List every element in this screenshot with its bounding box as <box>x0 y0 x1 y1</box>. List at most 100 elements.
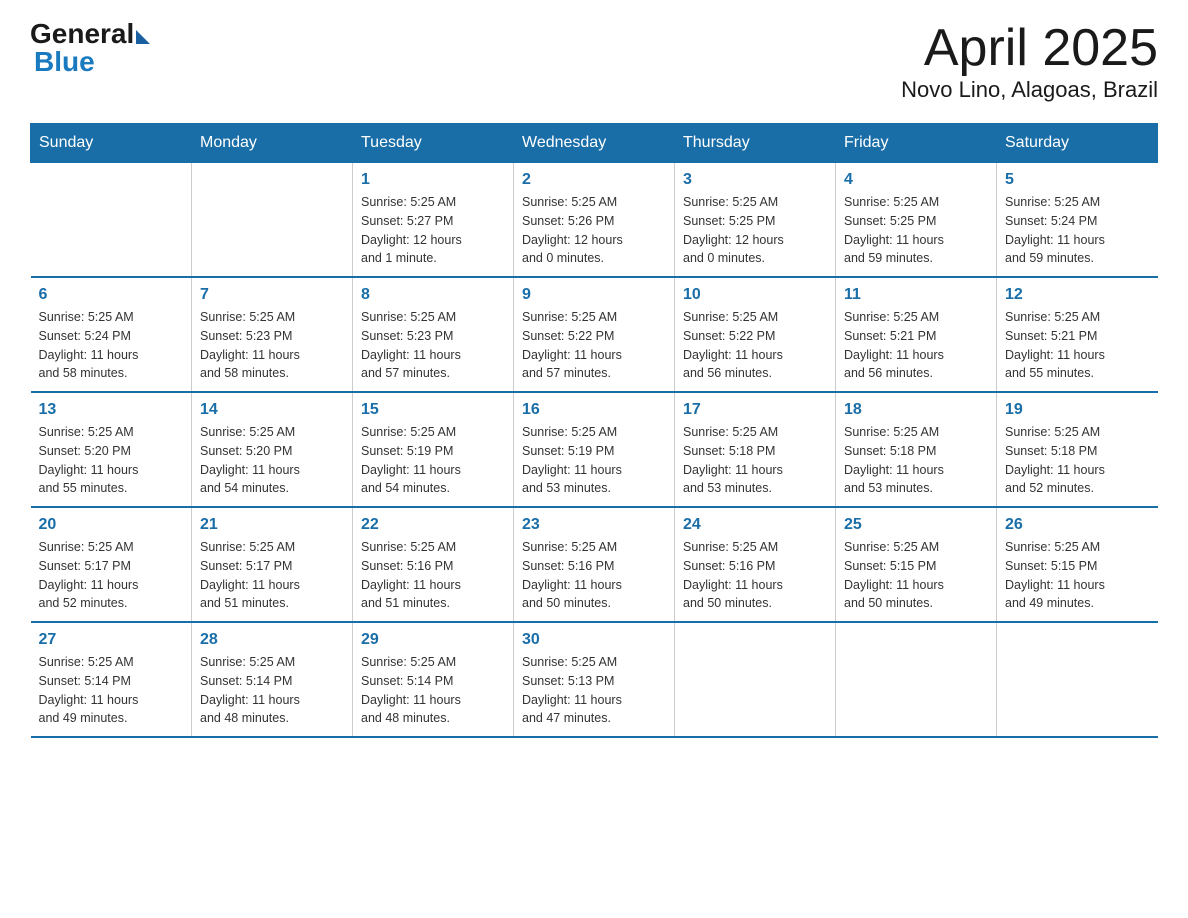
day-info: Sunrise: 5:25 AM Sunset: 5:14 PM Dayligh… <box>39 653 184 728</box>
calendar-cell: 25 Sunrise: 5:25 AM Sunset: 5:15 PM Dayli… <box>836 507 997 622</box>
weekday-header-sunday: Sunday <box>31 124 192 163</box>
weekday-header-saturday: Saturday <box>997 124 1158 163</box>
day-number: 2 <box>522 171 666 189</box>
calendar-cell <box>836 622 997 737</box>
calendar-cell: 13Sunrise: 5:25 AM Sunset: 5:20 PM Dayli… <box>31 392 192 507</box>
weekday-header-tuesday: Tuesday <box>353 124 514 163</box>
calendar-cell: 12 Sunrise: 5:25 AM Sunset: 5:21 PM Dayli… <box>997 277 1158 392</box>
week-row-5: 27 Sunrise: 5:25 AM Sunset: 5:14 PM Dayli… <box>31 622 1158 737</box>
day-info: Sunrise: 5:25 AM Sunset: 5:22 PM Dayligh… <box>522 308 666 383</box>
calendar-cell: 6 Sunrise: 5:25 AM Sunset: 5:24 PM Daylig… <box>31 277 192 392</box>
day-number: 23 <box>522 516 666 534</box>
calendar-cell: 2Sunrise: 5:25 AM Sunset: 5:26 PM Daylig… <box>514 163 675 278</box>
day-number: 24 <box>683 516 827 534</box>
calendar-cell: 22 Sunrise: 5:25 AM Sunset: 5:16 PM Dayli… <box>353 507 514 622</box>
logo-blue-text: Blue <box>34 48 95 76</box>
calendar-cell: 29 Sunrise: 5:25 AM Sunset: 5:14 PM Dayli… <box>353 622 514 737</box>
calendar-cell: 27 Sunrise: 5:25 AM Sunset: 5:14 PM Dayli… <box>31 622 192 737</box>
day-info: Sunrise: 5:25 AM Sunset: 5:17 PM Dayligh… <box>200 538 344 613</box>
day-number: 21 <box>200 516 344 534</box>
week-row-3: 13Sunrise: 5:25 AM Sunset: 5:20 PM Dayli… <box>31 392 1158 507</box>
weekday-header-monday: Monday <box>192 124 353 163</box>
weekday-header-friday: Friday <box>836 124 997 163</box>
calendar-cell: 4Sunrise: 5:25 AM Sunset: 5:25 PM Daylig… <box>836 163 997 278</box>
day-number: 22 <box>361 516 505 534</box>
day-number: 15 <box>361 401 505 419</box>
day-number: 16 <box>522 401 666 419</box>
day-info: Sunrise: 5:25 AM Sunset: 5:24 PM Dayligh… <box>39 308 184 383</box>
calendar-cell: 19 Sunrise: 5:25 AM Sunset: 5:18 PM Dayli… <box>997 392 1158 507</box>
day-number: 6 <box>39 286 184 304</box>
day-info: Sunrise: 5:25 AM Sunset: 5:14 PM Dayligh… <box>361 653 505 728</box>
day-number: 5 <box>1005 171 1150 189</box>
day-number: 12 <box>1005 286 1150 304</box>
calendar-cell: 3 Sunrise: 5:25 AM Sunset: 5:25 PM Daylig… <box>675 163 836 278</box>
day-number: 8 <box>361 286 505 304</box>
day-info: Sunrise: 5:25 AM Sunset: 5:21 PM Dayligh… <box>1005 308 1150 383</box>
weekday-header-row: SundayMondayTuesdayWednesdayThursdayFrid… <box>31 124 1158 163</box>
calendar-cell: 20Sunrise: 5:25 AM Sunset: 5:17 PM Dayli… <box>31 507 192 622</box>
calendar-subtitle: Novo Lino, Alagoas, Brazil <box>901 77 1158 103</box>
day-info: Sunrise: 5:25 AM Sunset: 5:20 PM Dayligh… <box>200 423 344 498</box>
calendar-cell: 8 Sunrise: 5:25 AM Sunset: 5:23 PM Daylig… <box>353 277 514 392</box>
weekday-header-thursday: Thursday <box>675 124 836 163</box>
day-info: Sunrise: 5:25 AM Sunset: 5:18 PM Dayligh… <box>1005 423 1150 498</box>
day-number: 25 <box>844 516 988 534</box>
calendar-cell: 26 Sunrise: 5:25 AM Sunset: 5:15 PM Dayli… <box>997 507 1158 622</box>
day-info: Sunrise: 5:25 AM Sunset: 5:17 PM Dayligh… <box>39 538 184 613</box>
day-number: 26 <box>1005 516 1150 534</box>
day-number: 4 <box>844 171 988 189</box>
day-info: Sunrise: 5:25 AM Sunset: 5:19 PM Dayligh… <box>361 423 505 498</box>
day-number: 27 <box>39 631 184 649</box>
day-info: Sunrise: 5:25 AM Sunset: 5:16 PM Dayligh… <box>361 538 505 613</box>
day-info: Sunrise: 5:25 AM Sunset: 5:23 PM Dayligh… <box>361 308 505 383</box>
day-number: 14 <box>200 401 344 419</box>
week-row-2: 6 Sunrise: 5:25 AM Sunset: 5:24 PM Daylig… <box>31 277 1158 392</box>
day-number: 3 <box>683 171 827 189</box>
calendar-cell <box>675 622 836 737</box>
day-info: Sunrise: 5:25 AM Sunset: 5:16 PM Dayligh… <box>683 538 827 613</box>
week-row-1: 1Sunrise: 5:25 AM Sunset: 5:27 PM Daylig… <box>31 163 1158 278</box>
logo: General Blue <box>30 20 150 76</box>
day-number: 10 <box>683 286 827 304</box>
day-number: 19 <box>1005 401 1150 419</box>
calendar-cell: 23 Sunrise: 5:25 AM Sunset: 5:16 PM Dayli… <box>514 507 675 622</box>
calendar-cell <box>997 622 1158 737</box>
day-info: Sunrise: 5:25 AM Sunset: 5:18 PM Dayligh… <box>683 423 827 498</box>
day-info: Sunrise: 5:25 AM Sunset: 5:25 PM Dayligh… <box>683 193 827 268</box>
calendar-cell: 15 Sunrise: 5:25 AM Sunset: 5:19 PM Dayli… <box>353 392 514 507</box>
day-info: Sunrise: 5:25 AM Sunset: 5:18 PM Dayligh… <box>844 423 988 498</box>
weekday-header-wednesday: Wednesday <box>514 124 675 163</box>
calendar-cell <box>31 163 192 278</box>
calendar-cell: 18 Sunrise: 5:25 AM Sunset: 5:18 PM Dayli… <box>836 392 997 507</box>
day-number: 7 <box>200 286 344 304</box>
day-info: Sunrise: 5:25 AM Sunset: 5:13 PM Dayligh… <box>522 653 666 728</box>
calendar-cell: 9 Sunrise: 5:25 AM Sunset: 5:22 PM Daylig… <box>514 277 675 392</box>
calendar-cell: 1Sunrise: 5:25 AM Sunset: 5:27 PM Daylig… <box>353 163 514 278</box>
calendar-cell: 28Sunrise: 5:25 AM Sunset: 5:14 PM Dayli… <box>192 622 353 737</box>
day-number: 9 <box>522 286 666 304</box>
day-info: Sunrise: 5:25 AM Sunset: 5:15 PM Dayligh… <box>844 538 988 613</box>
calendar-cell: 17Sunrise: 5:25 AM Sunset: 5:18 PM Dayli… <box>675 392 836 507</box>
day-info: Sunrise: 5:25 AM Sunset: 5:23 PM Dayligh… <box>200 308 344 383</box>
day-number: 18 <box>844 401 988 419</box>
calendar-cell: 10 Sunrise: 5:25 AM Sunset: 5:22 PM Dayli… <box>675 277 836 392</box>
day-number: 11 <box>844 286 988 304</box>
day-info: Sunrise: 5:25 AM Sunset: 5:19 PM Dayligh… <box>522 423 666 498</box>
day-info: Sunrise: 5:25 AM Sunset: 5:16 PM Dayligh… <box>522 538 666 613</box>
day-number: 29 <box>361 631 505 649</box>
week-row-4: 20Sunrise: 5:25 AM Sunset: 5:17 PM Dayli… <box>31 507 1158 622</box>
logo-triangle-icon <box>136 30 150 44</box>
calendar-cell: 5Sunrise: 5:25 AM Sunset: 5:24 PM Daylig… <box>997 163 1158 278</box>
day-info: Sunrise: 5:25 AM Sunset: 5:20 PM Dayligh… <box>39 423 184 498</box>
day-info: Sunrise: 5:25 AM Sunset: 5:22 PM Dayligh… <box>683 308 827 383</box>
calendar-cell: 11 Sunrise: 5:25 AM Sunset: 5:21 PM Dayli… <box>836 277 997 392</box>
calendar-cell: 14 Sunrise: 5:25 AM Sunset: 5:20 PM Dayli… <box>192 392 353 507</box>
calendar-cell <box>192 163 353 278</box>
day-info: Sunrise: 5:25 AM Sunset: 5:14 PM Dayligh… <box>200 653 344 728</box>
day-info: Sunrise: 5:25 AM Sunset: 5:21 PM Dayligh… <box>844 308 988 383</box>
calendar-cell: 7 Sunrise: 5:25 AM Sunset: 5:23 PM Daylig… <box>192 277 353 392</box>
calendar-cell: 16 Sunrise: 5:25 AM Sunset: 5:19 PM Dayli… <box>514 392 675 507</box>
day-info: Sunrise: 5:25 AM Sunset: 5:15 PM Dayligh… <box>1005 538 1150 613</box>
calendar-cell: 30Sunrise: 5:25 AM Sunset: 5:13 PM Dayli… <box>514 622 675 737</box>
